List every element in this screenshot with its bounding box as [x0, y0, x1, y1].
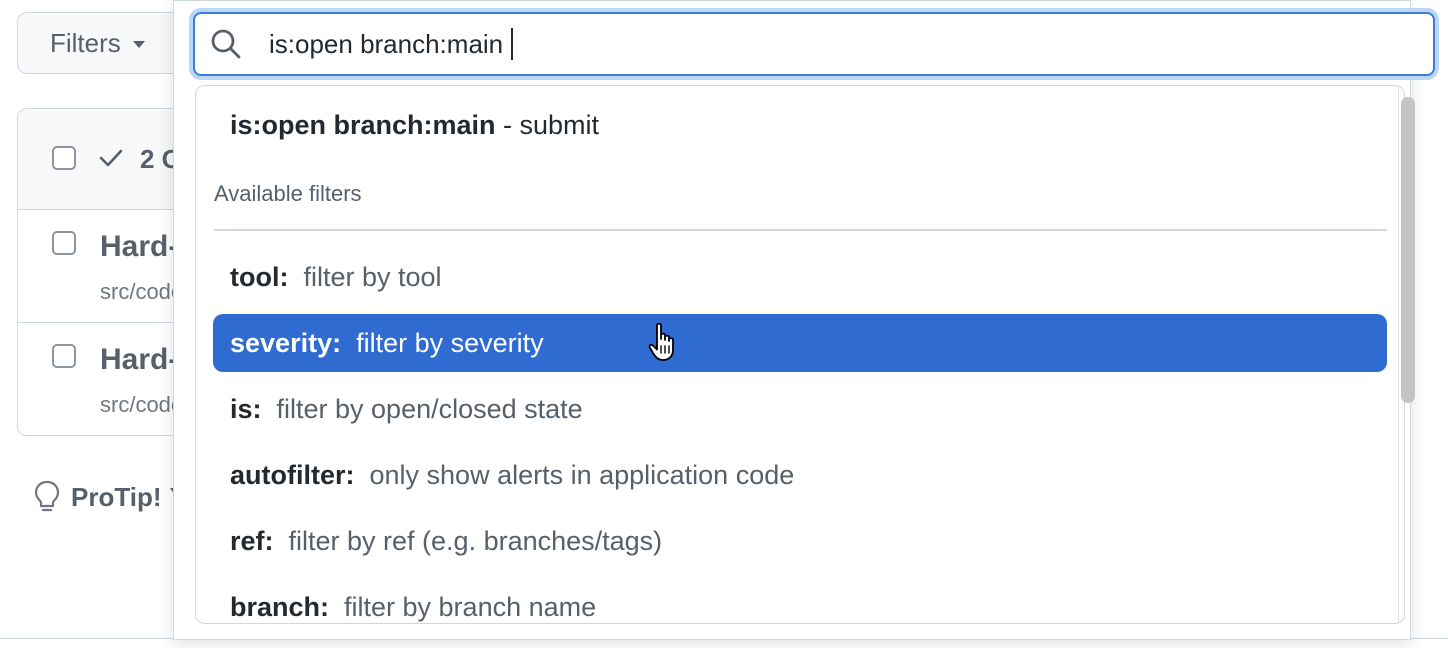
hand-pointer-icon [648, 322, 674, 361]
filter-description: filter by severity [356, 327, 544, 358]
filter-key: severity: [230, 327, 342, 358]
alert-path: src/code [100, 279, 184, 304]
submit-suffix: - submit [495, 110, 600, 140]
suggestions-dropdown: is:open branch:main - submit Available f… [195, 85, 1405, 624]
filter-key: is: [230, 393, 262, 424]
caret-down-icon [132, 41, 145, 48]
filter-key: autofilter: [230, 459, 355, 490]
select-all-checkbox[interactable] [52, 146, 76, 170]
section-divider [214, 229, 1387, 231]
filter-description: filter by ref (e.g. branches/tags) [288, 525, 663, 556]
text-cursor [511, 28, 514, 60]
submit-query-option[interactable]: is:open branch:main - submit [230, 110, 599, 141]
scrollbar[interactable] [1394, 93, 1415, 620]
filter-option-tool[interactable]: tool: filter by tool [213, 248, 1387, 306]
filter-option-severity[interactable]: severity: filter by severity [213, 314, 1387, 372]
search-input-value[interactable]: is:open branch:main [269, 29, 503, 60]
search-input[interactable]: is:open branch:main [193, 12, 1435, 76]
filters-button-label: Filters [50, 27, 121, 58]
filter-option-autofilter[interactable]: autofilter: only show alerts in applicat… [213, 446, 1387, 504]
check-icon [99, 149, 123, 167]
filter-option-ref[interactable]: ref: filter by ref (e.g. branches/tags) [213, 512, 1387, 570]
alert-checkbox[interactable] [52, 231, 76, 255]
filter-description: only show alerts in application code [369, 459, 795, 490]
alert-checkbox[interactable] [52, 344, 76, 368]
submit-query-text: is:open branch:main [230, 110, 496, 140]
search-overlay: is:open branch:main is:open branch:main … [173, 0, 1439, 640]
scrollbar-thumb[interactable] [1401, 97, 1415, 403]
filter-key: branch: [230, 591, 330, 622]
filter-description: filter by branch name [344, 591, 597, 622]
filter-key: tool: [230, 261, 289, 292]
section-heading: Available filters [214, 181, 362, 206]
filter-option-is[interactable]: is: filter by open/closed state [213, 380, 1387, 438]
protip-label: ProTip! [71, 481, 162, 512]
filter-description: filter by tool [303, 261, 442, 292]
search-icon [211, 29, 241, 59]
filter-option-branch[interactable]: branch: filter by branch name [213, 578, 1387, 623]
filter-key: ref: [230, 525, 274, 556]
alert-path: src/code [100, 392, 184, 417]
search-focus-ring: is:open branch:main [189, 8, 1439, 80]
lightbulb-icon [34, 480, 60, 512]
filter-description: filter by open/closed state [276, 393, 583, 424]
